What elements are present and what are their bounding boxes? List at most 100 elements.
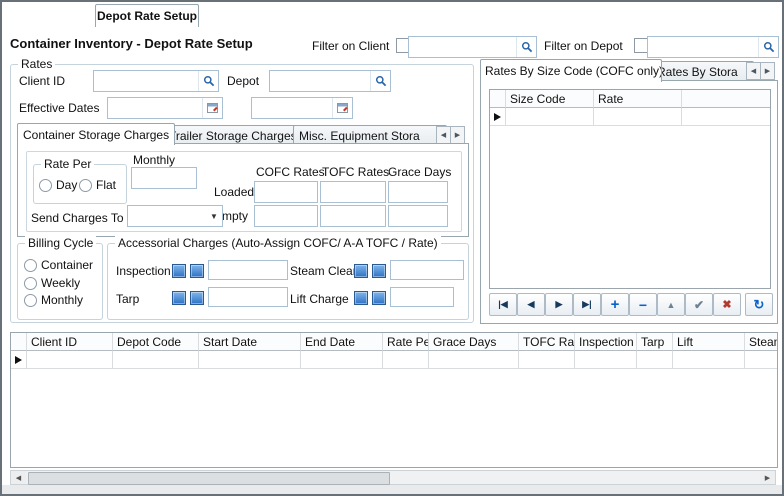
tab-rates-by-size-code[interactable]: Rates By Size Code (COFC only) (480, 59, 662, 82)
loaded-cofc-rate-input[interactable] (254, 181, 318, 203)
filter-client-lookup-button[interactable] (516, 37, 536, 57)
size-tabs-scroll-left-button[interactable]: ◀ (746, 62, 761, 80)
client-id-value[interactable] (94, 71, 198, 91)
rate-per-day-radio[interactable]: Day (39, 178, 77, 192)
tarp-tofc-checkbox[interactable] (190, 291, 204, 305)
nav-delete-button[interactable]: − (629, 293, 657, 316)
tab-scroll-right-button[interactable]: ▶ (450, 126, 465, 144)
nav-next-button[interactable]: ▶ (545, 293, 573, 316)
grid-cell[interactable] (113, 351, 199, 369)
steam-clean-cofc-checkbox[interactable] (354, 264, 368, 278)
loaded-grace-days-input[interactable] (388, 181, 448, 203)
effective-date-from-picker-button[interactable] (202, 98, 222, 118)
column-header-rate-per[interactable]: Rate Per (383, 333, 429, 351)
lift-charge-rate-input[interactable] (390, 287, 454, 307)
column-header-end-date[interactable]: End Date (301, 333, 383, 351)
tab-trailer-storage-charges[interactable]: Trailer Storage Charges (163, 125, 305, 145)
column-header-client-id[interactable]: Client ID (27, 333, 113, 351)
lift-charge-cofc-checkbox[interactable] (354, 291, 368, 305)
steam-clean-tofc-checkbox[interactable] (372, 264, 386, 278)
column-header-lift[interactable]: Lift (673, 333, 745, 351)
tarp-cofc-checkbox[interactable] (172, 291, 186, 305)
size-tabs-scroll-right-button[interactable]: ▶ (760, 62, 775, 80)
steam-clean-rate-input[interactable] (390, 260, 464, 280)
scroll-right-button[interactable]: ▶ (760, 471, 775, 484)
chevron-down-icon: ▼ (206, 212, 222, 221)
column-header-grace-days[interactable]: Grace Days (429, 333, 519, 351)
column-header-inspection[interactable]: Inspection (575, 333, 637, 351)
empty-tofc-rate-input[interactable] (320, 205, 386, 227)
empty-grace-days-input[interactable] (388, 205, 448, 227)
grid-cell[interactable] (673, 351, 745, 369)
tab-rates-by-storage[interactable]: Rates By Stora (652, 61, 754, 81)
column-header-size-code[interactable]: Size Code (506, 90, 594, 108)
nav-insert-button[interactable]: + (601, 293, 629, 316)
scrollbar-thumb[interactable] (28, 472, 390, 485)
column-header-tarp[interactable]: Tarp (637, 333, 673, 351)
rate-per-flat-radio[interactable]: Flat (79, 178, 116, 192)
tab-depot-rate-setup[interactable]: Depot Rate Setup (95, 4, 199, 27)
grid-cell[interactable] (301, 351, 383, 369)
depot-field[interactable] (269, 70, 391, 92)
filter-depot-input[interactable] (647, 36, 779, 58)
depot-value[interactable] (270, 71, 370, 91)
loaded-tofc-rate-input[interactable] (320, 181, 386, 203)
inspection-tofc-checkbox[interactable] (190, 264, 204, 278)
billing-cycle-monthly-label: Monthly (41, 293, 83, 307)
inspection-rate-input[interactable] (208, 260, 288, 280)
empty-cofc-rate-input[interactable] (254, 205, 318, 227)
grid-cell[interactable] (575, 351, 637, 369)
client-id-lookup-button[interactable] (198, 71, 218, 91)
effective-date-to-picker-button[interactable] (332, 98, 352, 118)
column-header-rate[interactable]: Rate (594, 90, 682, 108)
grid-cell[interactable] (637, 351, 673, 369)
scroll-left-button[interactable]: ◀ (11, 471, 26, 484)
effective-date-from-field[interactable] (107, 97, 223, 119)
horizontal-scrollbar[interactable]: ◀ ▶ (10, 470, 776, 485)
nav-post-button[interactable]: ✔ (685, 293, 713, 316)
tarp-rate-input[interactable] (208, 287, 288, 307)
effective-date-to-value[interactable] (252, 98, 332, 118)
tab-misc-equipment-storage-label: Misc. Equipment Stora (299, 129, 420, 143)
search-icon (375, 75, 387, 87)
effective-date-to-field[interactable] (251, 97, 353, 119)
grid-cell-size-code[interactable] (506, 108, 594, 126)
filter-client-input[interactable] (408, 36, 537, 58)
scrollbar-track[interactable] (26, 471, 760, 484)
nav-prior-button[interactable]: ◀ (517, 293, 545, 316)
grid-cell-rate[interactable] (594, 108, 682, 126)
filter-depot-lookup-button[interactable] (758, 37, 778, 57)
grid-cell[interactable] (27, 351, 113, 369)
lift-charge-tofc-checkbox[interactable] (372, 291, 386, 305)
grid-cell[interactable] (383, 351, 429, 369)
grid-cell[interactable] (519, 351, 575, 369)
nav-first-button[interactable]: |◀ (489, 293, 517, 316)
tab-container-storage-charges[interactable]: Container Storage Charges (17, 123, 175, 145)
column-header-start-date[interactable]: Start Date (199, 333, 301, 351)
grid-cell[interactable] (429, 351, 519, 369)
nav-edit-button[interactable]: ▲ (657, 293, 685, 316)
effective-date-from-value[interactable] (108, 98, 202, 118)
tab-misc-equipment-storage[interactable]: Misc. Equipment Stora (293, 125, 447, 145)
column-header-steam[interactable]: Steam (745, 333, 778, 351)
nav-cancel-button[interactable]: ✖ (713, 293, 741, 316)
grid-cell[interactable] (745, 351, 778, 369)
billing-cycle-monthly-radio[interactable]: Monthly (24, 293, 83, 307)
nav-refresh-button[interactable]: ↻ (745, 293, 773, 316)
inspection-cofc-checkbox[interactable] (172, 264, 186, 278)
filter-depot-value[interactable] (648, 37, 758, 57)
filter-client-value[interactable] (409, 37, 516, 57)
column-header-tofc-rate[interactable]: TOFC Rate (519, 333, 575, 351)
client-id-field[interactable] (93, 70, 219, 92)
depot-lookup-button[interactable] (370, 71, 390, 91)
grid-row[interactable] (490, 108, 770, 126)
nav-last-button[interactable]: ▶| (573, 293, 601, 316)
billing-cycle-container-radio[interactable]: Container (24, 258, 93, 272)
send-charges-to-combo[interactable]: ▼ (127, 205, 223, 227)
grid-cell[interactable] (199, 351, 301, 369)
monthly-rate-input[interactable] (131, 167, 197, 189)
billing-cycle-weekly-radio[interactable]: Weekly (24, 276, 80, 290)
column-header-depot-code[interactable]: Depot Code (113, 333, 199, 351)
grid-row[interactable] (11, 351, 777, 369)
tab-scroll-left-button[interactable]: ◀ (436, 126, 451, 144)
